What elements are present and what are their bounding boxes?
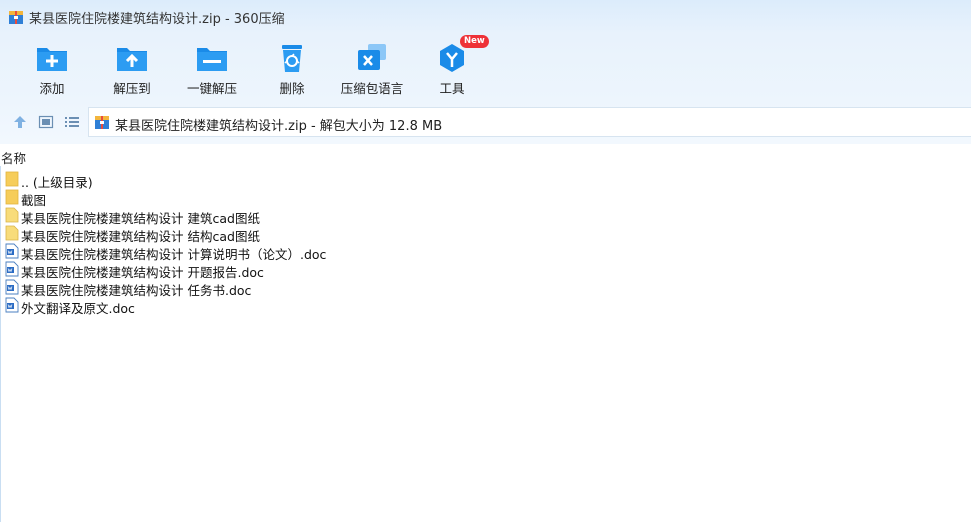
list-item[interactable]: 某县医院住院楼建筑结构设计 任务书.doc xyxy=(1,278,561,298)
archive-language-button[interactable]: 压缩包语言 xyxy=(332,38,412,98)
new-badge: New xyxy=(460,35,489,48)
list-item[interactable]: .. (上级目录) xyxy=(1,170,561,190)
word-doc-icon xyxy=(5,243,19,259)
add-label: 添加 xyxy=(39,81,65,96)
list-item[interactable]: 某县医院住院楼建筑结构设计 计算说明书（论文）.doc xyxy=(1,242,561,262)
zip-file-icon xyxy=(94,114,110,133)
one-click-extract-icon xyxy=(194,40,230,76)
name-column-header[interactable]: 名称 xyxy=(1,148,26,167)
one-click-extract-button[interactable]: 一键解压 xyxy=(172,38,252,98)
thumbnail-view-icon[interactable] xyxy=(37,113,55,131)
archive-app-icon xyxy=(8,9,24,28)
toolbar: 添加 解压到 一键解压 删除 压缩包语言 New 工具 xyxy=(0,34,971,102)
file-icon xyxy=(5,225,19,241)
add-icon xyxy=(34,40,70,76)
extract-to-label: 解压到 xyxy=(113,81,151,96)
list-view-icon[interactable] xyxy=(63,113,81,131)
title-bar: 某县医院住院楼建筑结构设计.zip - 360压缩 xyxy=(0,0,971,34)
one-click-extract-label: 一键解压 xyxy=(186,81,237,96)
folder-icon xyxy=(5,189,19,205)
navigation-bar: 某县医院住院楼建筑结构设计.zip - 解包大小为 12.8 MB xyxy=(0,102,971,144)
column-header: 名称 xyxy=(0,144,971,166)
word-doc-icon xyxy=(5,297,19,313)
word-doc-icon xyxy=(5,261,19,277)
address-bar[interactable]: 某县医院住院楼建筑结构设计.zip - 解包大小为 12.8 MB xyxy=(88,107,971,137)
delete-label: 删除 xyxy=(279,81,305,96)
archive-language-label: 压缩包语言 xyxy=(340,81,404,96)
extract-to-icon xyxy=(114,40,150,76)
archive-path-text: 某县医院住院楼建筑结构设计.zip - 解包大小为 12.8 MB xyxy=(115,119,443,134)
tools-label: 工具 xyxy=(439,81,465,96)
list-item[interactable]: 某县医院住院楼建筑结构设计 结构cad图纸 xyxy=(1,224,561,244)
list-item[interactable]: 截图 xyxy=(1,188,561,208)
delete-icon xyxy=(274,40,310,76)
list-item[interactable]: 外文翻译及原文.doc xyxy=(1,296,561,316)
folder-icon xyxy=(5,171,19,187)
add-button[interactable]: 添加 xyxy=(12,38,92,98)
word-doc-icon xyxy=(5,279,19,295)
list-item[interactable]: 某县医院住院楼建筑结构设计 开题报告.doc xyxy=(1,260,561,280)
extract-to-button[interactable]: 解压到 xyxy=(92,38,172,98)
file-icon xyxy=(5,207,19,223)
delete-button[interactable]: 删除 xyxy=(252,38,332,98)
up-arrow-icon[interactable] xyxy=(11,113,29,131)
window-title: 某县医院住院楼建筑结构设计.zip - 360压缩 xyxy=(29,12,285,27)
file-list: .. (上级目录) 截图 某县医院住院楼建筑结构设计 建筑cad图纸 某县医院住… xyxy=(0,166,971,522)
tools-button[interactable]: New 工具 xyxy=(412,35,492,98)
list-item[interactable]: 某县医院住院楼建筑结构设计 建筑cad图纸 xyxy=(1,206,561,226)
language-icon xyxy=(354,40,390,76)
file-name: 外文翻译及原文.doc xyxy=(21,301,135,316)
